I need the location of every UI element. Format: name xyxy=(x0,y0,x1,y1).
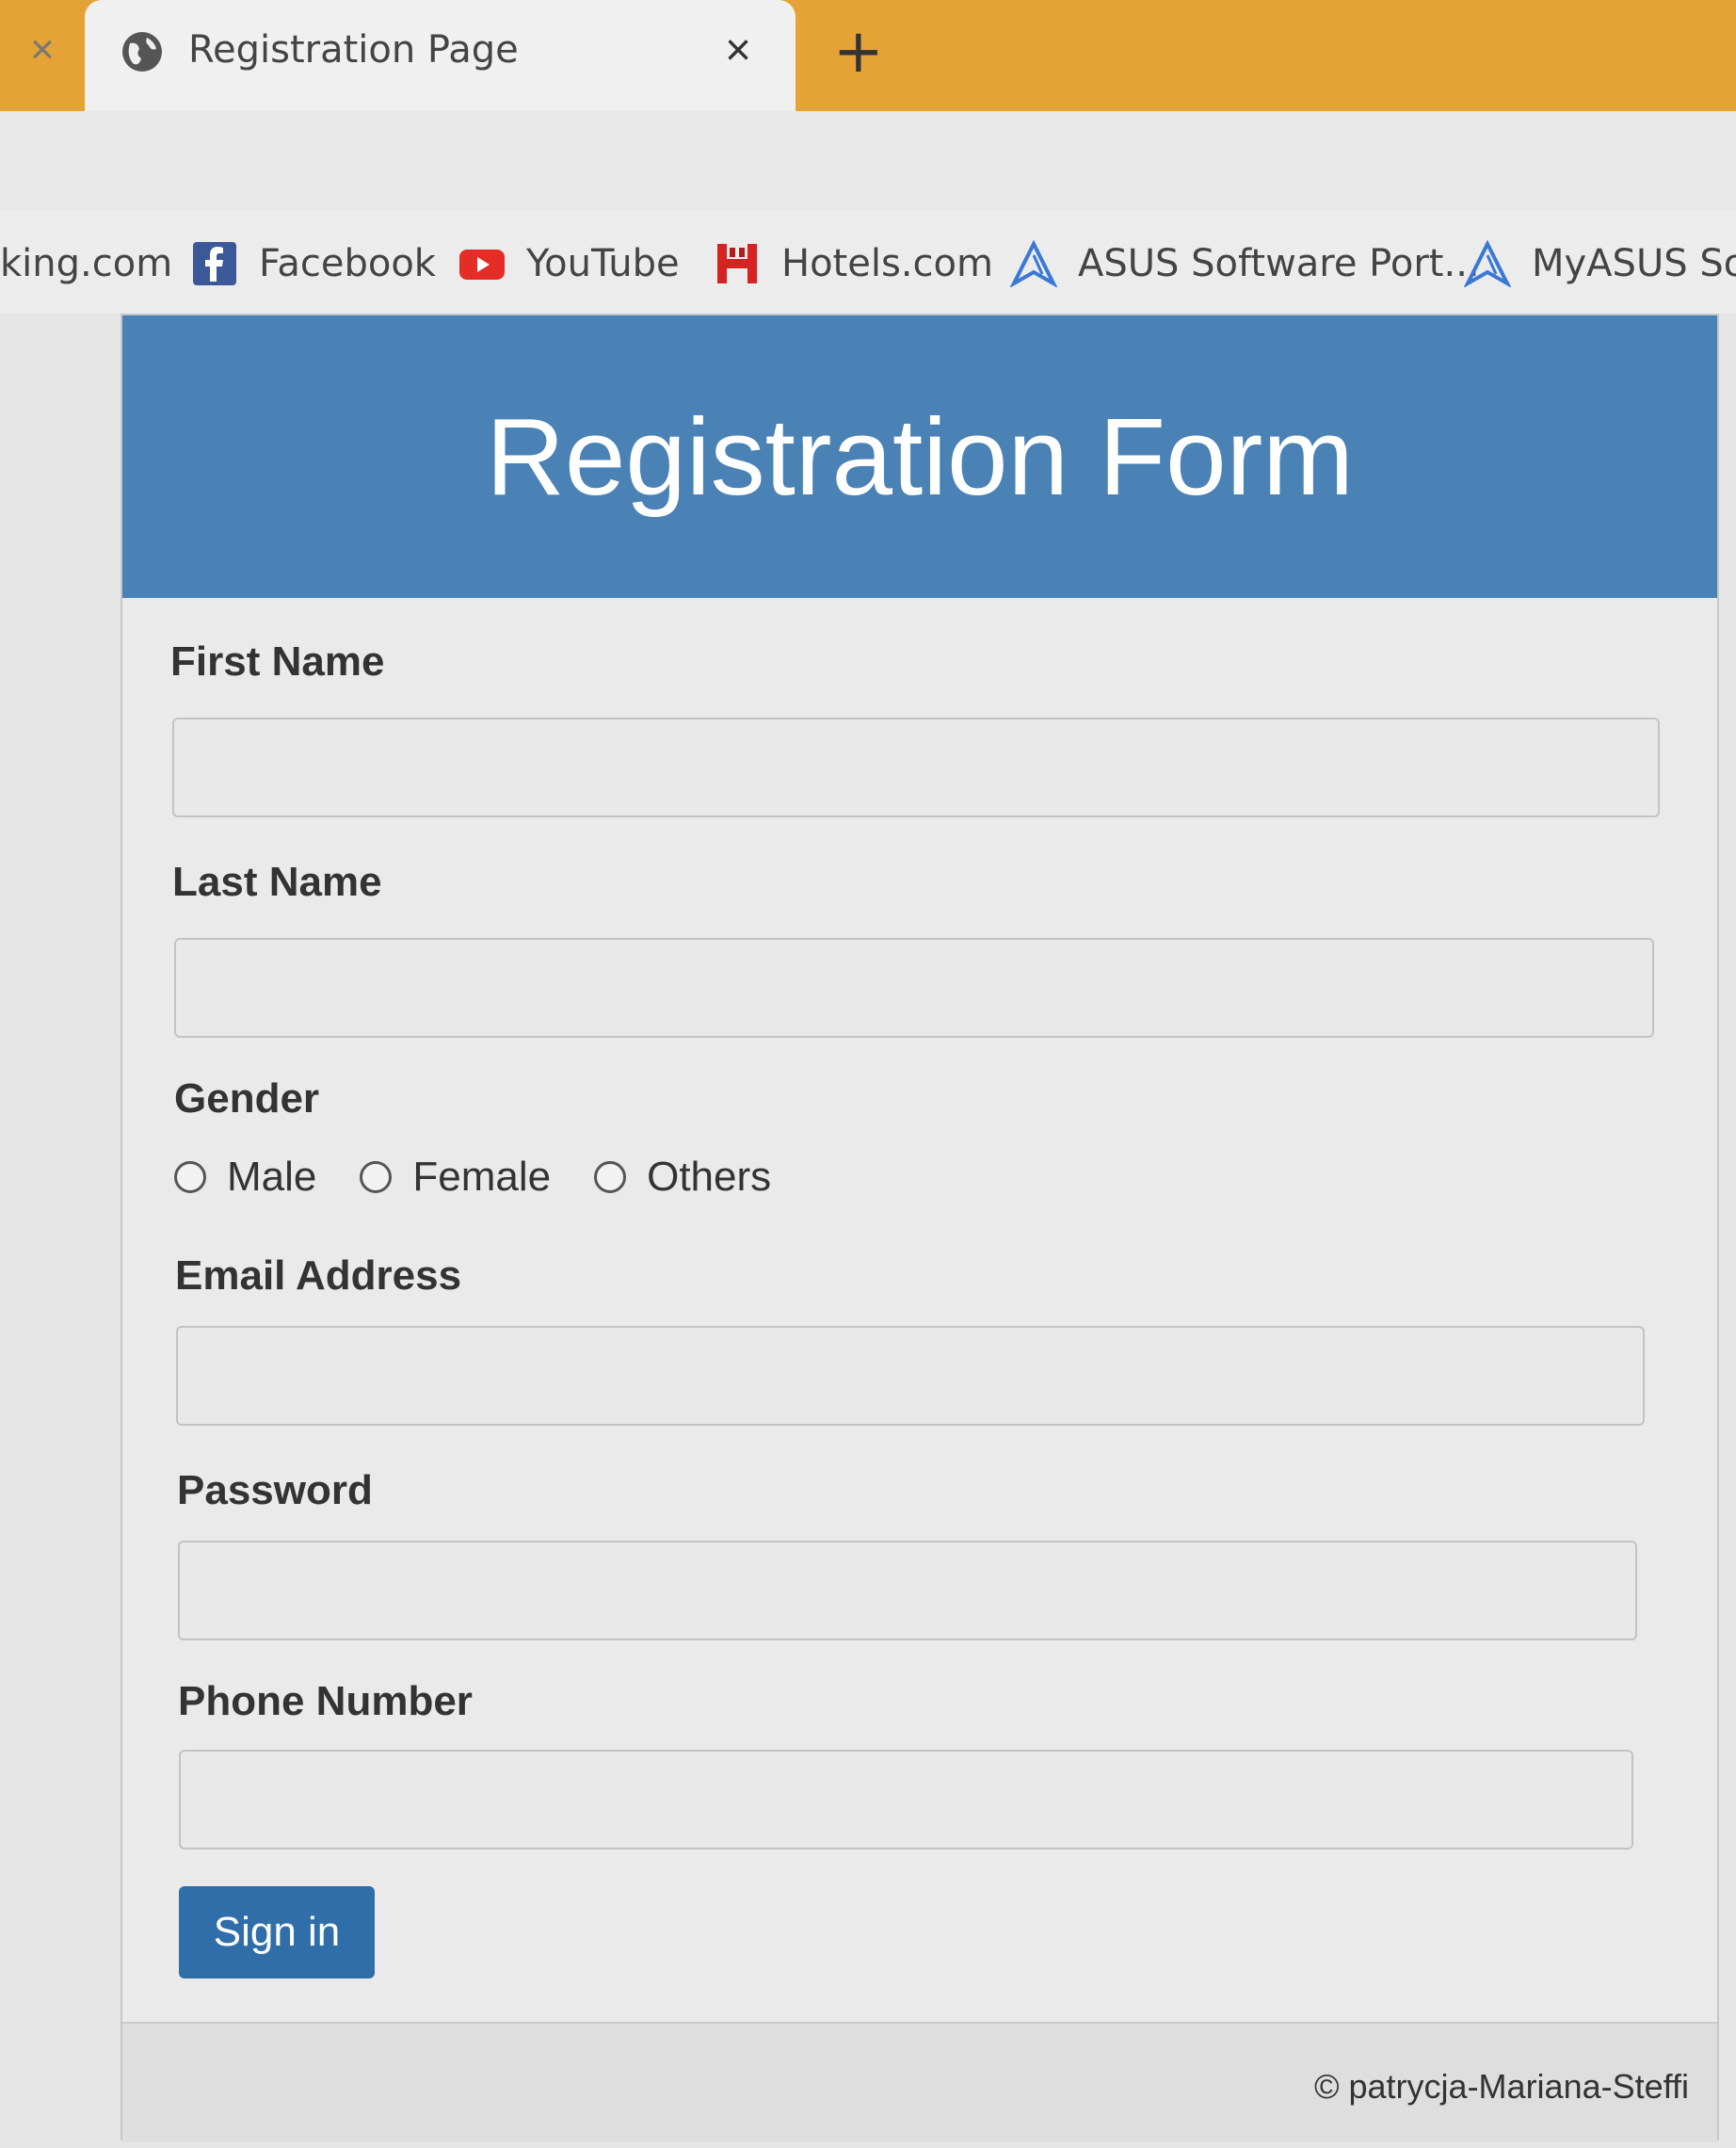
email-input[interactable] xyxy=(176,1326,1645,1426)
footer-copyright: © patrycja-Mariana-Steffi xyxy=(1313,2067,1689,2106)
radio-label: Male xyxy=(227,1154,317,1200)
tab-registration[interactable]: Registration Page × xyxy=(85,0,796,111)
password-label: Password xyxy=(177,1467,373,1513)
bookmark-myasus[interactable]: MyASUS Sof xyxy=(1464,235,1736,292)
hotels-icon xyxy=(717,244,757,283)
email-label: Email Address xyxy=(175,1252,462,1299)
phone-input[interactable] xyxy=(179,1750,1633,1849)
bookmark-label: MyASUS Sof xyxy=(1532,242,1736,285)
card-header: Registration Form xyxy=(122,315,1717,598)
facebook-icon xyxy=(193,242,236,285)
radio-label: Female xyxy=(412,1154,552,1200)
gender-label: Gender xyxy=(174,1075,320,1122)
bookmark-label: king.com xyxy=(0,242,173,285)
new-tab-button[interactable]: + xyxy=(833,17,884,87)
globe-icon xyxy=(122,32,162,72)
last-name-input[interactable] xyxy=(174,938,1654,1038)
browser-toolbar xyxy=(0,111,1736,210)
bookmark-label: Facebook xyxy=(259,242,436,285)
bookmark-king[interactable]: king.com xyxy=(0,235,172,292)
bookmark-asus-software-portal[interactable]: ASUS Software Port... xyxy=(1010,235,1480,292)
radio-button[interactable] xyxy=(594,1161,627,1193)
bookmark-label: ASUS Software Port... xyxy=(1078,242,1480,285)
tab-bar: × Registration Page × + xyxy=(0,0,1736,111)
first-name-input[interactable] xyxy=(172,718,1660,817)
password-input[interactable] xyxy=(178,1541,1637,1640)
youtube-icon xyxy=(459,250,505,280)
first-name-label: First Name xyxy=(170,638,385,685)
registration-card: Registration Form xyxy=(121,314,1719,2142)
asus-icon xyxy=(1464,240,1511,287)
last-name-label: Last Name xyxy=(172,859,382,905)
bookmark-youtube[interactable]: YouTube xyxy=(458,235,680,292)
asus-icon xyxy=(1010,240,1057,287)
gender-option-female[interactable]: Female xyxy=(360,1154,551,1201)
radio-button[interactable] xyxy=(174,1161,206,1193)
form-title: Registration Form xyxy=(486,396,1354,518)
close-icon[interactable]: × xyxy=(725,24,751,76)
close-tab-icon[interactable]: × xyxy=(0,0,85,99)
radio-label: Others xyxy=(647,1154,772,1200)
bookmark-facebook[interactable]: Facebook xyxy=(191,235,436,292)
sign-in-button[interactable]: Sign in xyxy=(179,1886,375,1978)
bookmark-label: YouTube xyxy=(526,242,680,285)
phone-label: Phone Number xyxy=(178,1678,473,1724)
gender-option-male[interactable]: Male xyxy=(174,1154,316,1201)
radio-button[interactable] xyxy=(360,1161,393,1193)
bookmark-hotels[interactable]: Hotels.com xyxy=(714,235,993,292)
tab-title: Registration Page xyxy=(188,28,519,72)
bookmark-label: Hotels.com xyxy=(781,242,993,285)
gender-radio-group: Male Female Others xyxy=(174,1149,814,1205)
gender-option-others[interactable]: Others xyxy=(594,1154,771,1201)
